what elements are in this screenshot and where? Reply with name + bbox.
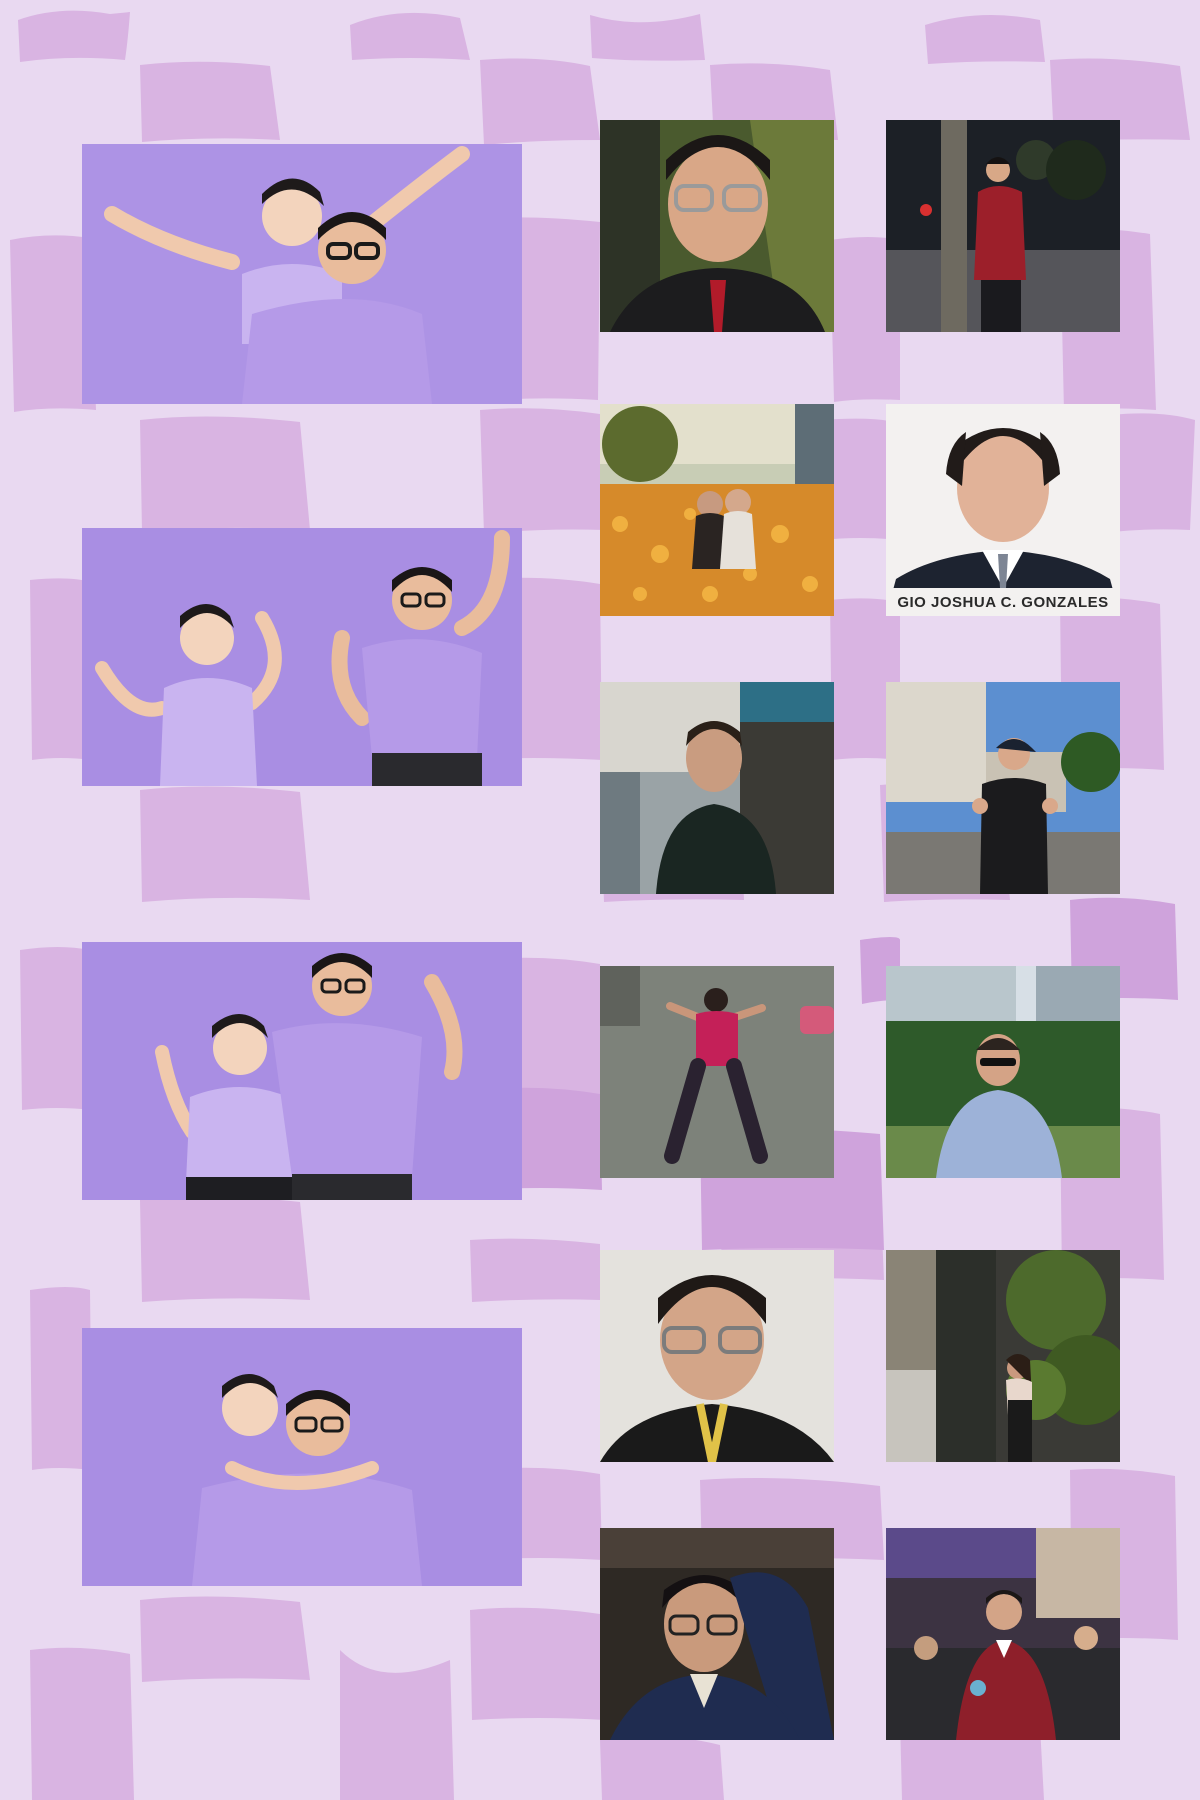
street-portrait-dark-shirt [600,682,834,894]
studio-photo-cheering-pair [82,528,522,786]
id-caption: GIO JOSHUA C. GONZALES [897,593,1109,611]
lying-on-ground-pink-shirt [600,966,834,1178]
selfie-glasses-lanyard [600,1250,834,1462]
flower-field-two-girls [600,404,834,616]
collage-canvas: GIO JOSHUA C. GONZALES [0,0,1200,1800]
street-thumbs-up-cap [886,682,1120,894]
studio-photo-waving-pair [82,942,522,1200]
selfie-glasses-red-tie [600,120,834,332]
banquet-red-blazer [886,1528,1120,1740]
night-garden-pose [886,1250,1120,1462]
studio-photo-piggyback-arms-up [82,144,522,404]
id-photo-formal: GIO JOSHUA C. GONZALES [886,404,1120,616]
studio-photo-piggyback-hug [82,1328,522,1586]
night-street-red-blazer [886,120,1120,332]
id-caption-strip: GIO JOSHUA C. GONZALES [886,588,1120,616]
selfie-hand-on-head [600,1528,834,1740]
city-sunglasses-patterned-shirt [886,966,1120,1178]
